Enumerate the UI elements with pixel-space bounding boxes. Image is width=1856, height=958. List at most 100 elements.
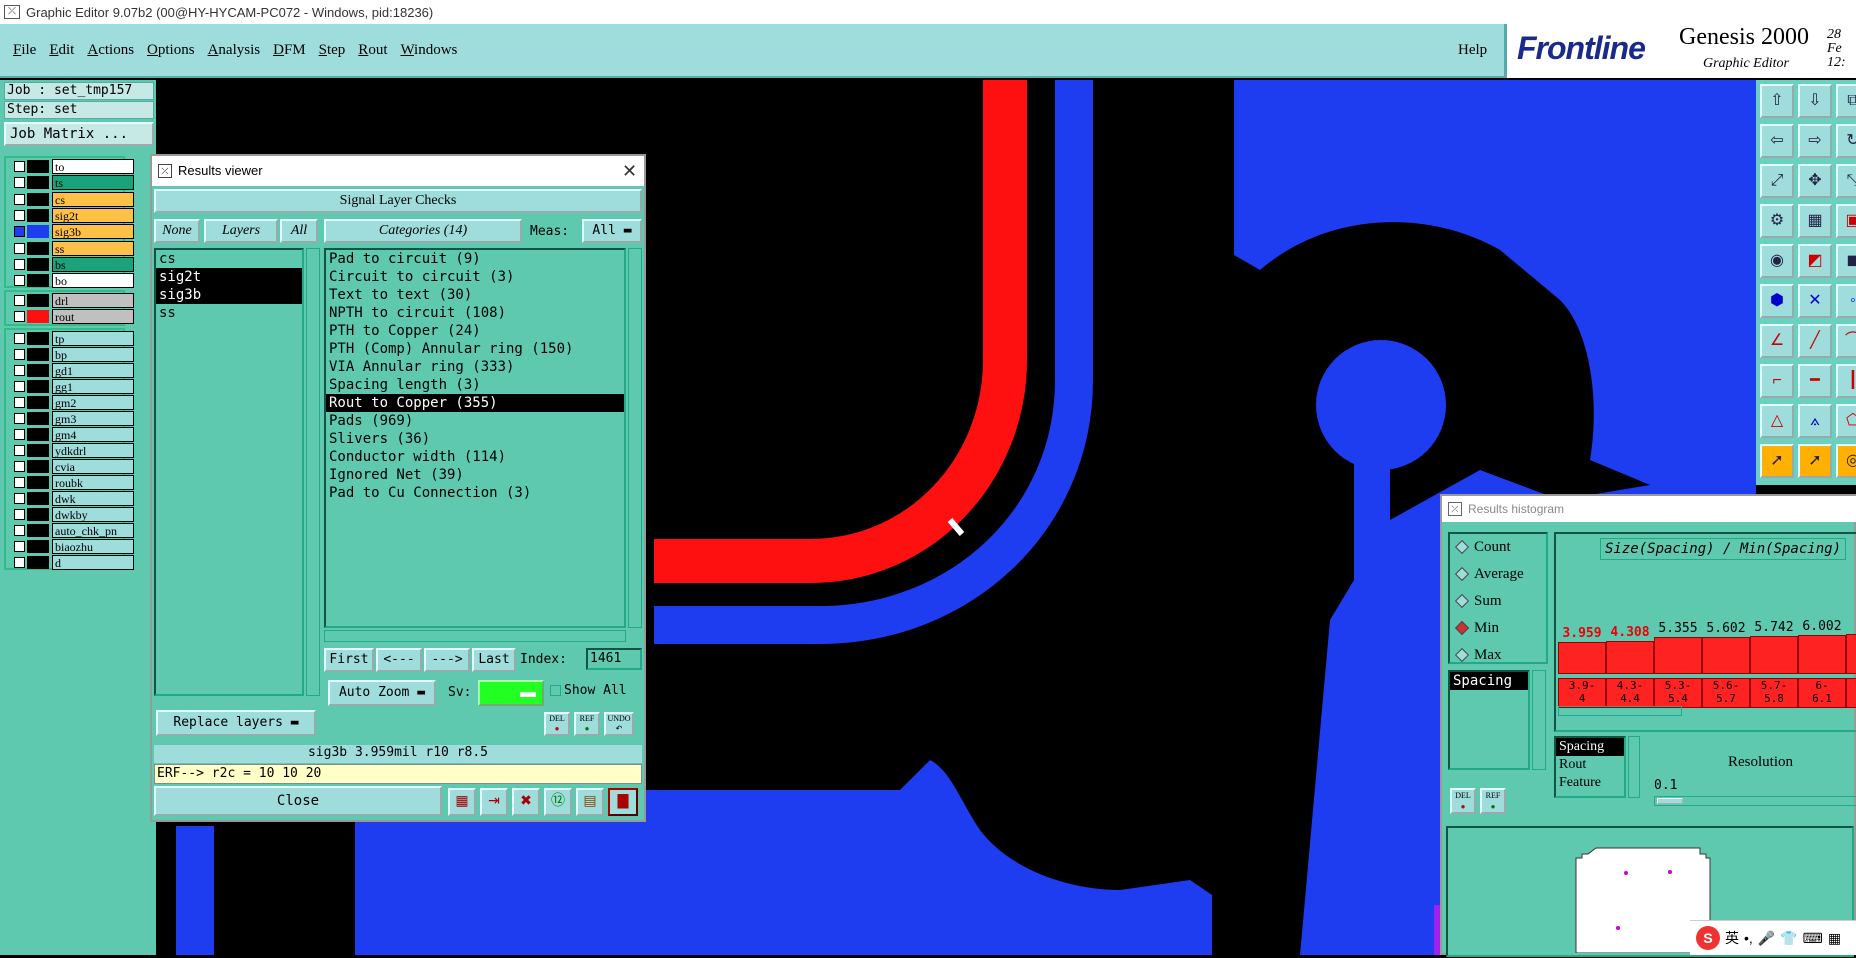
cross-icon[interactable]: ✕ [1798, 284, 1832, 318]
field-list[interactable]: Spacing [1448, 670, 1530, 770]
exit-icon[interactable]: ⇥ [480, 788, 508, 816]
sort-list[interactable]: Spacing Rout Feature [1554, 736, 1626, 798]
punctuation-icon[interactable]: •, [1744, 930, 1753, 946]
slider-handle[interactable] [1657, 798, 1683, 804]
categories-button[interactable]: Categories (14) [324, 219, 522, 243]
layer-checkbox[interactable] [14, 397, 25, 408]
rotate-icon[interactable]: ↻ [1836, 124, 1856, 158]
layer-color-swatch[interactable] [27, 540, 49, 553]
layer-checkbox[interactable] [14, 295, 25, 306]
layer-name[interactable]: auto_chk_pn [52, 523, 134, 538]
category-item[interactable]: Spacing length (3) [326, 376, 624, 394]
hline-icon[interactable]: ━ [1798, 364, 1832, 398]
category-item[interactable]: PTH to Copper (24) [326, 322, 624, 340]
menu-rout[interactable]: Rout [358, 42, 387, 59]
pointer-icon[interactable]: ➚ [1760, 444, 1794, 478]
layer-color-swatch[interactable] [27, 556, 49, 569]
layer-color-swatch[interactable] [27, 274, 49, 288]
layer-checkbox[interactable] [14, 349, 25, 360]
rv-layer-item[interactable]: ss [156, 304, 302, 322]
layer-checkbox[interactable] [14, 209, 25, 221]
skin-icon[interactable]: 👕 [1780, 930, 1797, 947]
layer-name[interactable]: rout [52, 309, 134, 324]
replace-layers-select[interactable]: Replace layers ▬ [156, 710, 316, 736]
layer-checkbox[interactable] [14, 242, 25, 254]
rv-layer-item[interactable]: sig3b [156, 286, 302, 304]
layer-name[interactable]: gg1 [52, 379, 134, 394]
category-item[interactable]: Circuit to circuit (3) [326, 268, 624, 286]
layer-name[interactable]: cvia [52, 459, 134, 474]
layer-checkbox[interactable] [14, 509, 25, 520]
layer-name[interactable]: drl [52, 293, 134, 308]
layer-row-cvia[interactable]: cvia [12, 459, 134, 474]
layer-checkbox[interactable] [14, 365, 25, 376]
none-button[interactable]: None [154, 219, 200, 243]
layer-checkbox[interactable] [14, 226, 25, 238]
surface-icon[interactable]: ◼ [1836, 244, 1856, 278]
poly-icon[interactable]: ⬠ [1836, 404, 1856, 438]
mode-sum[interactable]: Sum [1450, 588, 1546, 615]
layer-color-swatch[interactable] [27, 428, 49, 441]
prev-button[interactable]: <--- [376, 648, 422, 672]
layer-name[interactable]: d [52, 555, 134, 570]
categories-hscroll[interactable] [324, 630, 626, 642]
clear-icon[interactable]: ✖ [512, 788, 540, 816]
layer-row-to[interactable]: to [12, 159, 134, 174]
histogram-bar[interactable] [1750, 636, 1798, 674]
notes-icon[interactable]: ▤ [576, 788, 604, 816]
measure-icon[interactable]: ⟑ [1798, 404, 1832, 438]
layer-color-swatch[interactable] [27, 460, 49, 473]
layer-name[interactable]: gm3 [52, 411, 134, 426]
layer-color-swatch[interactable] [27, 476, 49, 489]
layer-checkbox[interactable] [14, 445, 25, 456]
layer-color-swatch[interactable] [27, 444, 49, 457]
hist-ref-button[interactable]: REF ● [1480, 788, 1506, 814]
layer-checkbox[interactable] [14, 258, 25, 270]
select-box-icon[interactable]: ▣ [1836, 204, 1856, 238]
layer-color-swatch[interactable] [27, 364, 49, 377]
layer-name[interactable]: dwk [52, 491, 134, 506]
layer-name[interactable]: bp [52, 347, 134, 362]
layer-checkbox[interactable] [14, 161, 25, 172]
triangle-icon[interactable]: △ [1760, 404, 1794, 438]
layer-name[interactable]: gm4 [52, 427, 134, 442]
zoom-icon[interactable]: ⤡ [1836, 164, 1856, 198]
layer-checkbox[interactable] [14, 177, 25, 189]
rv-layer-item[interactable]: cs [156, 250, 302, 268]
layer-row-ss[interactable]: ss [12, 240, 134, 256]
layer-row-bo[interactable]: bo [12, 273, 134, 289]
histogram-bar[interactable] [1606, 641, 1654, 674]
first-button[interactable]: First [324, 648, 374, 672]
layer-row-gm4[interactable]: gm4 [12, 427, 134, 442]
fit-screen-icon[interactable]: ⤢ [1760, 164, 1794, 198]
layer-color-swatch[interactable] [27, 412, 49, 425]
histogram-bar[interactable] [1798, 635, 1846, 674]
move-left-icon[interactable]: ⇦ [1760, 124, 1794, 158]
layer-name[interactable]: ydkdrl [52, 443, 134, 458]
layer-checkbox[interactable] [14, 275, 25, 287]
mode-max[interactable]: Max [1450, 642, 1546, 669]
auto-zoom-select[interactable]: Auto Zoom ▬ [328, 680, 436, 706]
net-icon[interactable]: ⬢ [1760, 284, 1794, 318]
sort-spacing[interactable]: Spacing [1556, 738, 1624, 756]
category-item[interactable]: Ignored Net (39) [326, 466, 624, 484]
layer-row-gm2[interactable]: gm2 [12, 395, 134, 410]
layer-color-swatch[interactable] [27, 332, 49, 345]
layer-color-swatch[interactable] [27, 310, 49, 323]
categories-list[interactable]: Pad to circuit (9) Circuit to circuit (3)… [324, 248, 626, 628]
grid-icon[interactable]: ▦ [1798, 204, 1832, 238]
histogram-hscroll[interactable] [1558, 706, 1682, 716]
layers-button[interactable]: Layers [204, 219, 278, 243]
shape-icon[interactable]: ◩ [1798, 244, 1832, 278]
resolution-slider[interactable] [1654, 796, 1856, 806]
menu-step[interactable]: Step [319, 42, 346, 59]
category-item[interactable]: NPTH to circuit (108) [326, 304, 624, 322]
layer-checkbox[interactable] [14, 429, 25, 440]
layer-checkbox[interactable] [14, 333, 25, 344]
show-all-checkbox[interactable] [550, 685, 561, 696]
layer-name[interactable]: ss [52, 240, 134, 256]
layer-color-swatch[interactable] [27, 492, 49, 505]
layer-checkbox[interactable] [14, 461, 25, 472]
layer-row-sig3b[interactable]: sig3b [12, 224, 134, 240]
line-icon[interactable]: ╱ [1798, 324, 1832, 358]
